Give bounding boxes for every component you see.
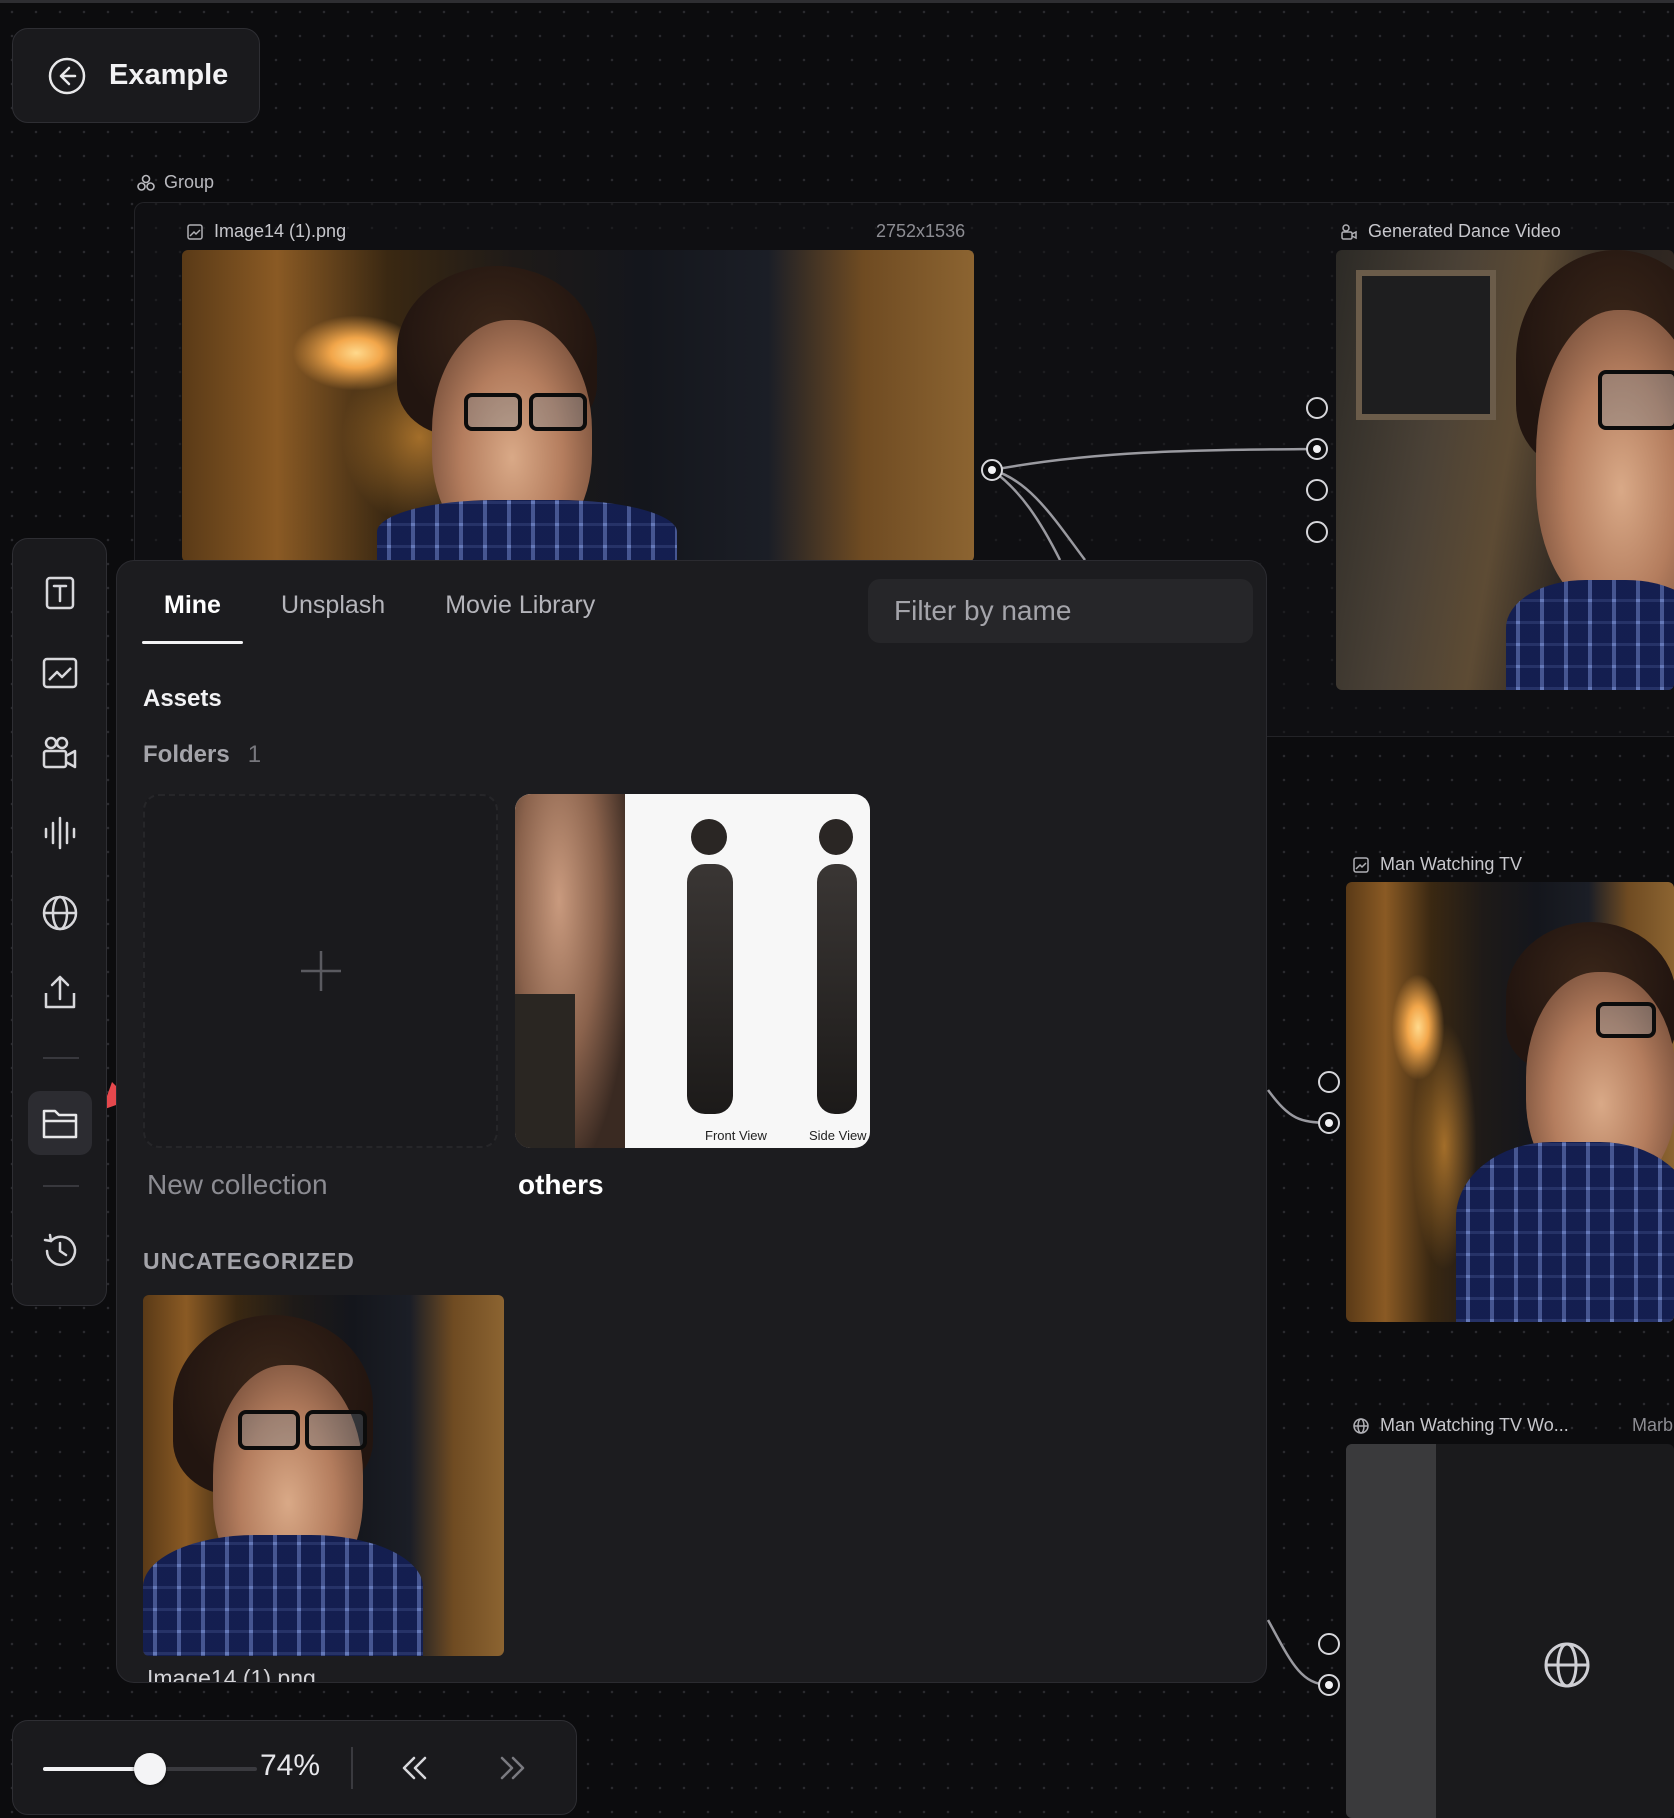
input-port[interactable] bbox=[1318, 1112, 1340, 1134]
assets-heading: Assets bbox=[143, 685, 222, 712]
zoom-value: 74% bbox=[260, 1749, 321, 1782]
chevrons-left-icon bbox=[402, 1756, 427, 1780]
tab-mine[interactable]: Mine bbox=[142, 591, 243, 644]
audio-waveform-icon bbox=[44, 816, 76, 850]
assets-panel: Mine Unsplash Movie Library Assets Folde… bbox=[116, 560, 1267, 1683]
side-view-caption: Side View bbox=[809, 1128, 867, 1143]
left-toolbar bbox=[12, 538, 107, 1306]
zoom-divider bbox=[351, 1747, 353, 1789]
new-collection-button[interactable] bbox=[143, 794, 498, 1148]
video-camera-icon bbox=[42, 736, 77, 769]
input-port[interactable] bbox=[1306, 438, 1328, 460]
new-collection-label: New collection bbox=[147, 1169, 328, 1200]
folders-count: 1 bbox=[247, 741, 262, 768]
assets-tool-button[interactable] bbox=[28, 1091, 92, 1155]
source-tabs: Mine Unsplash Movie Library bbox=[142, 591, 617, 644]
toolbar-divider bbox=[43, 1057, 79, 1059]
upload-icon bbox=[44, 975, 76, 1009]
image-tool-button[interactable] bbox=[28, 641, 92, 705]
tab-unsplash[interactable]: Unsplash bbox=[259, 591, 407, 644]
input-port[interactable] bbox=[1318, 1674, 1340, 1696]
input-port[interactable] bbox=[1306, 397, 1328, 419]
history-icon bbox=[43, 1233, 77, 1267]
input-port[interactable] bbox=[1318, 1633, 1340, 1655]
input-port[interactable] bbox=[1306, 521, 1328, 543]
zoom-bar: 74% bbox=[12, 1720, 577, 1815]
image-icon bbox=[42, 657, 78, 689]
input-port[interactable] bbox=[1318, 1071, 1340, 1093]
zoom-slider[interactable] bbox=[43, 1753, 257, 1785]
upload-tool-button[interactable] bbox=[28, 961, 92, 1025]
history-tool-button[interactable] bbox=[28, 1219, 92, 1283]
filter-input[interactable] bbox=[868, 579, 1253, 643]
next-button[interactable] bbox=[493, 1748, 533, 1788]
folder-thumbnail-others[interactable]: Front View Side View bbox=[515, 794, 870, 1148]
world-tool-button[interactable] bbox=[28, 881, 92, 945]
folders-heading: Folders 1 bbox=[143, 741, 261, 769]
toolbar-divider bbox=[43, 1185, 79, 1187]
asset-name: Image14 (1).png bbox=[147, 1665, 316, 1683]
folders-heading-label: Folders bbox=[143, 741, 230, 768]
asset-thumbnail[interactable] bbox=[143, 1295, 504, 1656]
video-tool-button[interactable] bbox=[28, 721, 92, 785]
plus-icon bbox=[300, 951, 341, 991]
folder-label-others[interactable]: others bbox=[518, 1169, 604, 1201]
text-icon bbox=[45, 576, 75, 610]
chevrons-right-icon bbox=[500, 1756, 525, 1780]
audio-tool-button[interactable] bbox=[28, 801, 92, 865]
folder-icon bbox=[42, 1109, 78, 1139]
globe-icon bbox=[42, 895, 78, 931]
input-port[interactable] bbox=[1306, 479, 1328, 501]
tab-movie-library[interactable]: Movie Library bbox=[423, 591, 617, 644]
text-tool-button[interactable] bbox=[28, 561, 92, 625]
front-view-caption: Front View bbox=[705, 1128, 767, 1143]
previous-button[interactable] bbox=[394, 1748, 434, 1788]
output-port[interactable] bbox=[981, 459, 1003, 481]
uncategorized-heading: UNCATEGORIZED bbox=[143, 1248, 355, 1274]
zoom-slider-knob[interactable] bbox=[134, 1753, 166, 1785]
